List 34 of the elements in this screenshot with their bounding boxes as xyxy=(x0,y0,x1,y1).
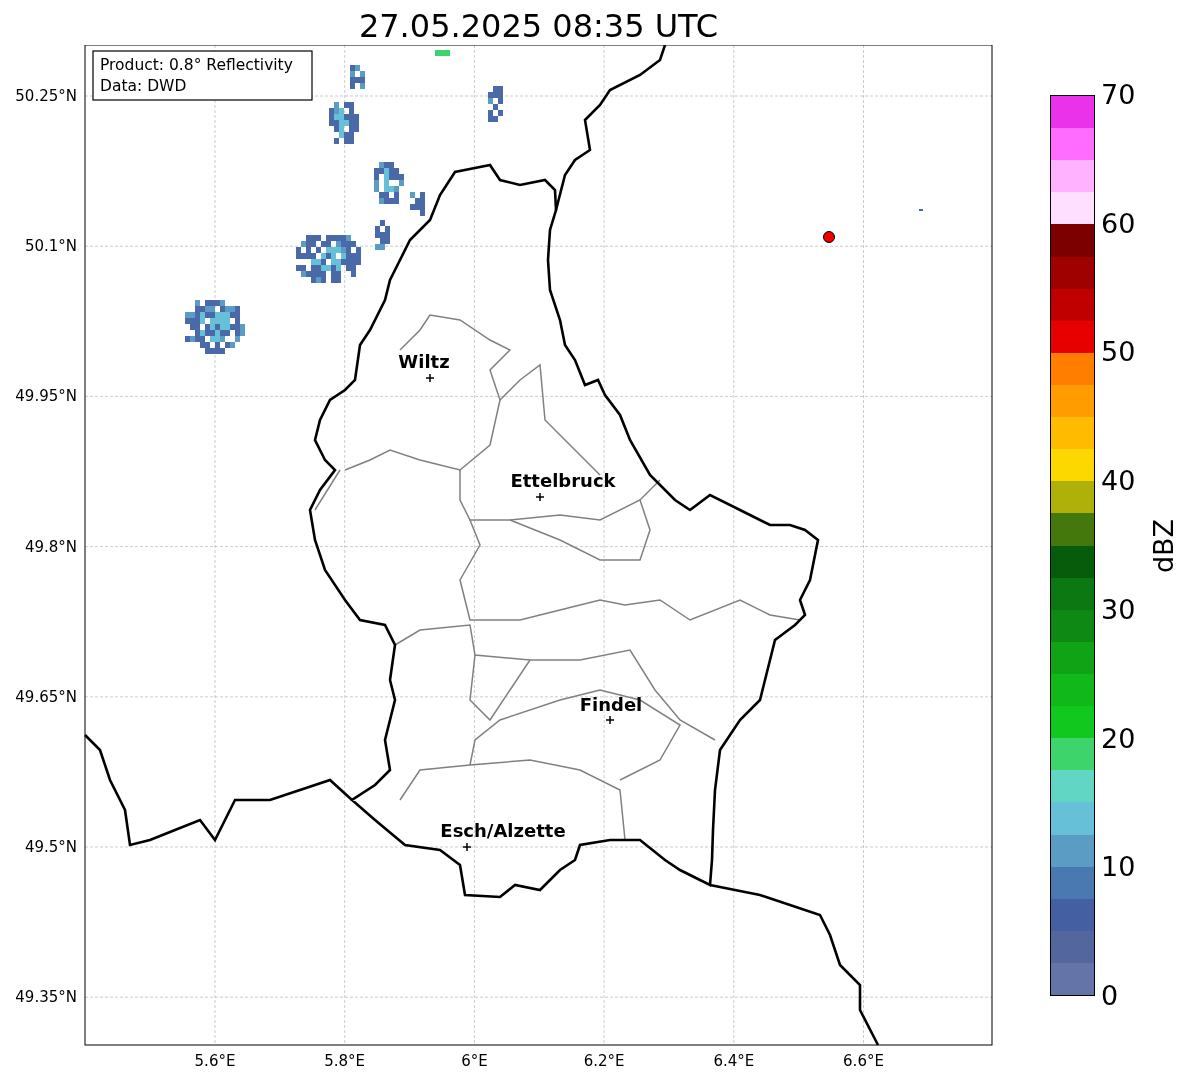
city-marker xyxy=(605,715,615,725)
colorbar-tick-label: 0 xyxy=(1101,981,1119,1010)
longitude-label: 5.8°E xyxy=(324,1052,366,1070)
latitude-label: 49.35°N xyxy=(15,988,77,1007)
city-label: Ettelbruck xyxy=(510,470,616,491)
longitude-label: 6°E xyxy=(461,1052,488,1070)
colorbar-tick-label: 10 xyxy=(1101,853,1136,882)
latitude-label: 49.5°N xyxy=(24,838,77,856)
city-label: Esch/Alzette xyxy=(440,820,566,841)
colorbar-tick-label: 70 xyxy=(1101,81,1136,109)
latitude-label: 49.95°N xyxy=(15,387,77,406)
latitude-label: 50.1°N xyxy=(24,237,77,256)
longitude-label: 6.2°E xyxy=(583,1052,625,1070)
station-marker xyxy=(823,231,835,243)
city-marker xyxy=(535,492,545,502)
city-label: Findel xyxy=(579,694,643,715)
info-text: Data: DWD xyxy=(100,77,187,95)
city-marker xyxy=(425,373,435,383)
info-text: Product: 0.8° Reflectivity xyxy=(100,56,293,74)
longitude-label: 5.6°E xyxy=(194,1052,236,1070)
colorbar-tick-label: 40 xyxy=(1101,467,1136,496)
latitude-label: 50.25°N xyxy=(15,87,77,105)
longitude-label: 6.6°E xyxy=(843,1052,884,1070)
city-label: Wiltz xyxy=(398,351,450,372)
latitude-label: 49.65°N xyxy=(15,687,77,706)
chart-title: 27.05.2025 08:35 UTC xyxy=(357,6,720,45)
colorbar-tick-label: 30 xyxy=(1101,595,1136,624)
colorbar-tick-label: 60 xyxy=(1101,209,1136,238)
city-marker xyxy=(462,842,472,852)
latitude-label: 49.8°N xyxy=(24,537,77,556)
colorbar-label: dBZ xyxy=(1147,513,1179,578)
colorbar-tick-label: 50 xyxy=(1101,338,1136,367)
colorbar-tick-label: 20 xyxy=(1101,724,1136,753)
longitude-label: 6.4°E xyxy=(713,1052,755,1070)
